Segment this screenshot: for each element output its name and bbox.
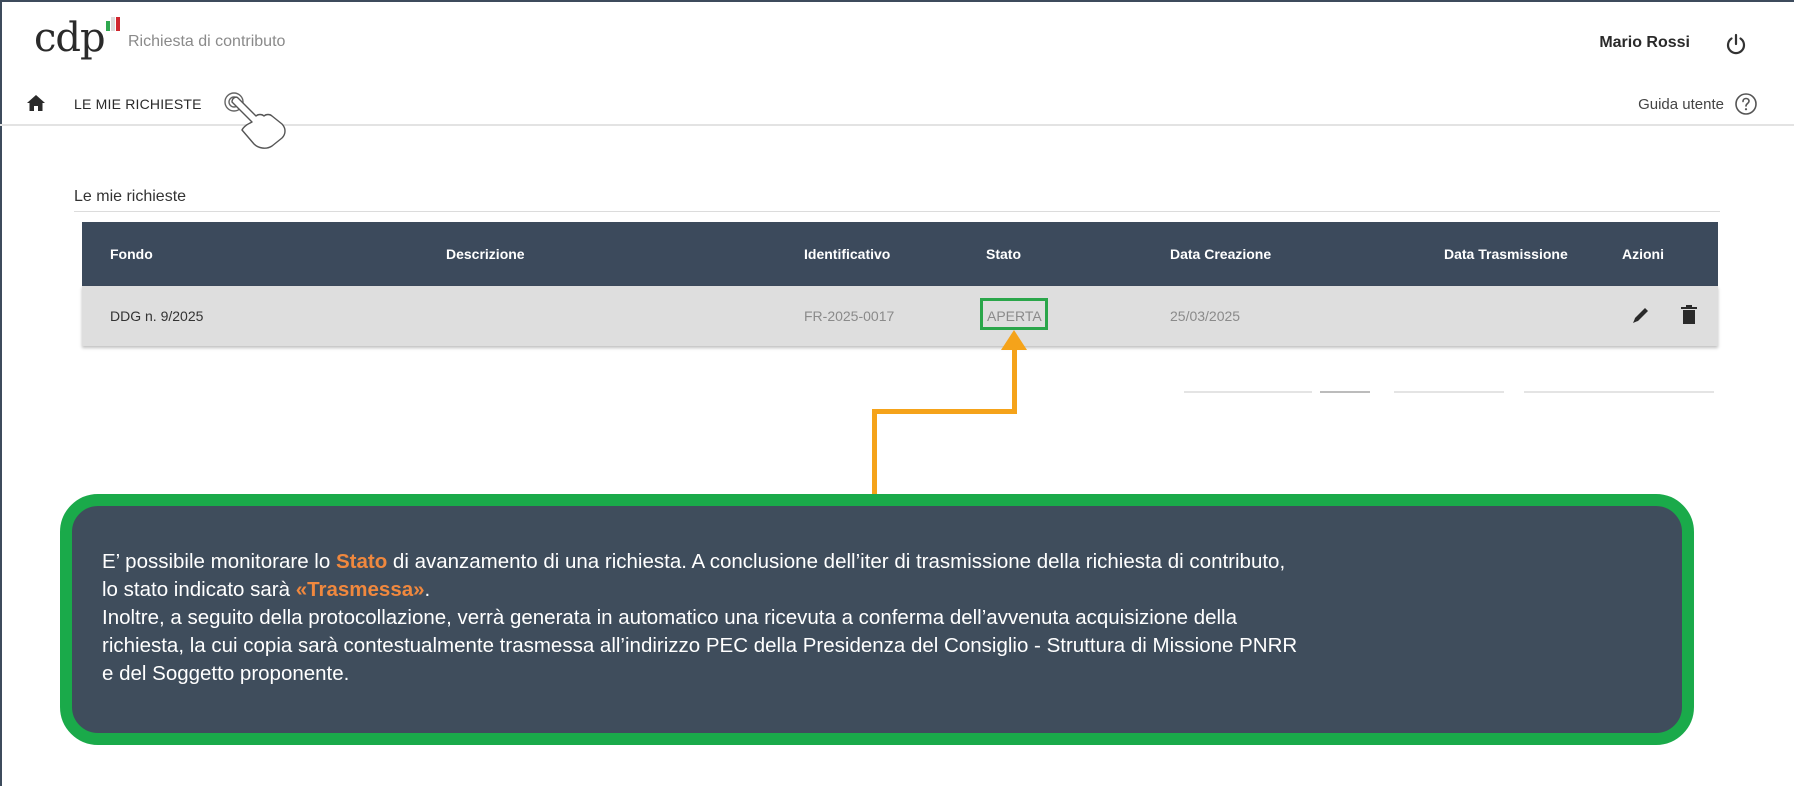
flag-icon — [106, 17, 120, 31]
title-divider — [74, 211, 1720, 212]
table-pagination — [1184, 391, 1714, 393]
cell-fondo: DDG n. 9/2025 — [110, 308, 204, 324]
connector-line — [1012, 348, 1017, 414]
page-title: Le mie richieste — [74, 188, 187, 205]
table-header: Fondo Descrizione Identificativo Stato D… — [82, 222, 1718, 286]
callout-text: E’ possibile monitorare lo Stato di avan… — [102, 548, 1662, 688]
callout-accent-stato: Stato — [335, 550, 388, 573]
user-name[interactable]: Mario Rossi — [1599, 34, 1690, 52]
col-data-trasmissione[interactable]: Data Trasmissione — [1444, 246, 1568, 262]
info-callout: E’ possibile monitorare lo Stato di avan… — [60, 494, 1694, 745]
nav-bar: LE MIE RICHIESTE Guida utente — [0, 86, 1794, 149]
connector-line — [872, 409, 1017, 414]
requests-table: Fondo Descrizione Identificativo Stato D… — [82, 222, 1718, 346]
col-fondo[interactable]: Fondo — [110, 246, 153, 262]
trash-icon[interactable] — [1678, 304, 1700, 326]
col-stato[interactable]: Stato — [986, 246, 1021, 262]
callout-line-1: E’ possibile monitorare lo Stato di avan… — [102, 550, 1286, 573]
connector-arrowhead — [1001, 330, 1027, 350]
callout-line-2: lo stato indicato sarà «Trasmessa». — [102, 578, 431, 601]
col-azioni: Azioni — [1622, 246, 1664, 262]
table-row[interactable]: DDG n. 9/2025 FR-2025-0017 APERTA 25/03/… — [82, 286, 1718, 346]
user-guide-link[interactable]: Guida utente — [1638, 96, 1724, 113]
cell-identificativo: FR-2025-0017 — [804, 308, 895, 324]
callout-line-3: Inoltre, a seguito della protocollazione… — [102, 606, 1238, 629]
help-icon[interactable] — [1734, 92, 1758, 116]
col-data-creazione[interactable]: Data Creazione — [1170, 246, 1271, 262]
nav-my-requests[interactable]: LE MIE RICHIESTE — [74, 96, 202, 112]
home-icon[interactable] — [26, 94, 46, 112]
connector-line — [872, 409, 877, 499]
col-descrizione[interactable]: Descrizione — [446, 246, 525, 262]
hand-pointer-icon — [224, 92, 286, 149]
power-icon[interactable] — [1724, 32, 1748, 56]
stato-highlight — [980, 298, 1048, 330]
callout-line-5: e del Soggetto proponente. — [102, 662, 350, 685]
callout-accent-trasmessa: «Trasmessa» — [295, 578, 425, 601]
cell-data-creazione: 25/03/2025 — [1170, 308, 1241, 324]
edit-icon[interactable] — [1630, 304, 1652, 326]
col-identificativo[interactable]: Identificativo — [804, 246, 890, 262]
app-header: cdp Richiesta di contributo Mario Rossi — [0, 0, 1794, 86]
cdp-logo[interactable]: cdp — [34, 18, 106, 58]
app-subtitle: Richiesta di contributo — [128, 33, 286, 50]
callout-line-4: richiesta, la cui copia sarà contestualm… — [102, 634, 1298, 657]
